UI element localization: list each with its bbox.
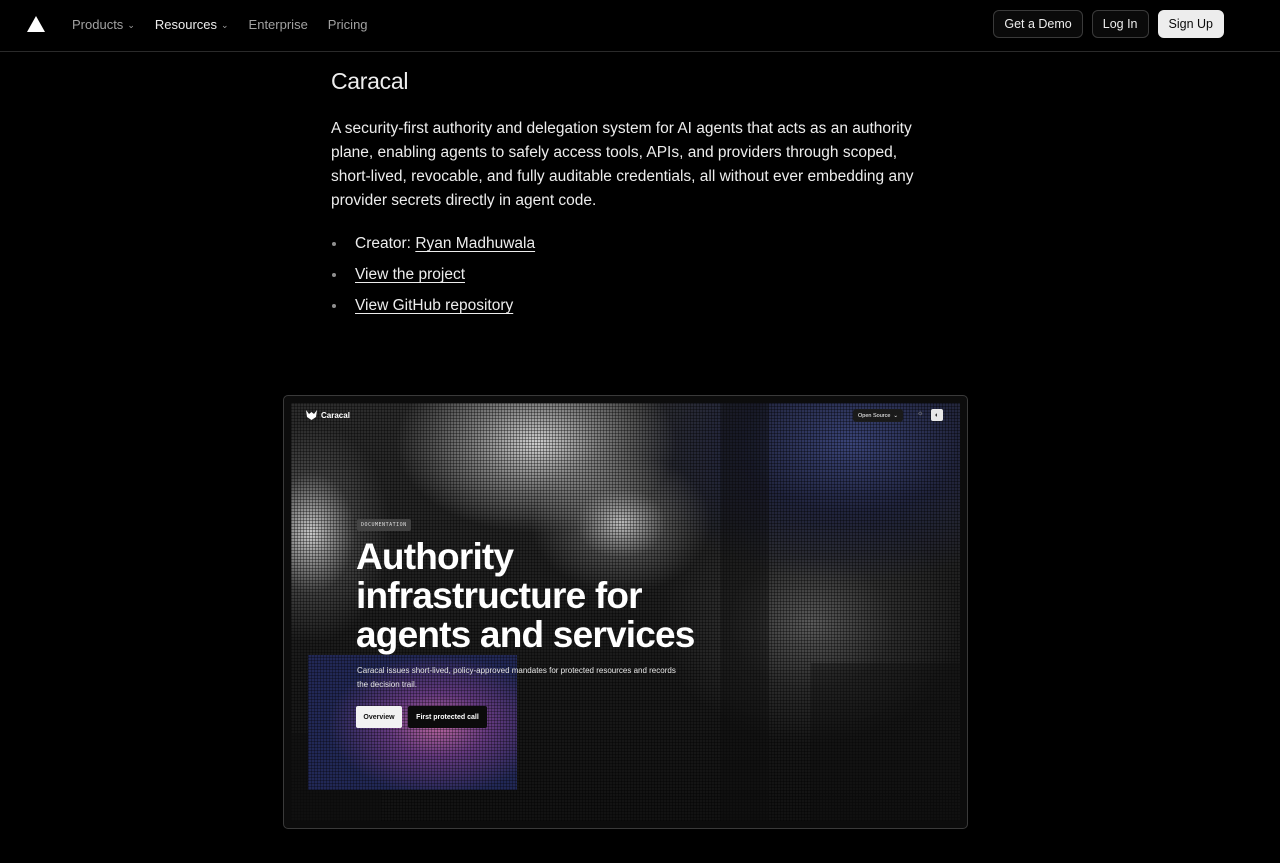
creator-link[interactable]: Ryan Madhuwala bbox=[415, 235, 535, 252]
theme-toggle-icon: ◐ bbox=[931, 409, 943, 421]
project-title: Caracal bbox=[331, 68, 409, 94]
top-nav: Products ⌄ Resources ⌄ Enterprise Pricin… bbox=[0, 0, 1280, 52]
github-repo-link[interactable]: View GitHub repository bbox=[355, 297, 513, 314]
preview-headline: Authority infrastructure for agents and … bbox=[356, 536, 695, 655]
preview-overview-button: Overview bbox=[356, 706, 402, 728]
nav-item-label: Products bbox=[72, 16, 124, 32]
creator-prefix: Creator: bbox=[355, 235, 416, 252]
nav-actions: Get a Demo Log In Sign Up bbox=[993, 10, 1224, 38]
nav-links: Products ⌄ Resources ⌄ Enterprise Pricin… bbox=[72, 0, 368, 48]
project-links-list: Creator: Ryan Madhuwala View the project… bbox=[331, 233, 931, 326]
sun-icon: ☼ bbox=[917, 410, 924, 417]
signup-button[interactable]: Sign Up bbox=[1157, 10, 1224, 38]
caracal-logo-icon bbox=[306, 410, 317, 420]
preview-first-call-button: First protected call bbox=[408, 706, 487, 728]
nav-item-label: Enterprise bbox=[248, 16, 308, 32]
get-demo-button[interactable]: Get a Demo bbox=[993, 10, 1083, 38]
logo-icon[interactable] bbox=[27, 16, 45, 32]
preview-open-source-dropdown: Open Source ⌄ bbox=[853, 409, 904, 422]
preview-brand: Caracal bbox=[306, 410, 350, 420]
list-item-creator: Creator: Ryan Madhuwala bbox=[331, 233, 931, 264]
preview-open-source-label: Open Source bbox=[858, 412, 891, 419]
tree-trunk-decoration bbox=[811, 663, 960, 821]
list-item-project: View the project bbox=[331, 264, 931, 295]
nav-item-label: Pricing bbox=[327, 16, 368, 32]
nav-item-products[interactable]: Products ⌄ bbox=[72, 17, 135, 32]
nav-item-resources[interactable]: Resources ⌄ bbox=[155, 17, 229, 32]
project-description: A security-first authority and delegatio… bbox=[331, 120, 914, 209]
project-screenshot-frame: Caracal Open Source ⌄ ☼ ◐ DOCUMENTATION … bbox=[283, 395, 968, 829]
preview-brand-name: Caracal bbox=[321, 410, 350, 420]
list-item-repo: View GitHub repository bbox=[331, 295, 931, 326]
nav-item-label: Resources bbox=[154, 16, 217, 32]
preview-doc-tag: DOCUMENTATION bbox=[357, 519, 411, 531]
view-project-link[interactable]: View the project bbox=[355, 266, 465, 283]
project-screenshot: Caracal Open Source ⌄ ☼ ◐ DOCUMENTATION … bbox=[291, 403, 960, 821]
nav-item-pricing[interactable]: Pricing bbox=[328, 17, 368, 32]
login-button[interactable]: Log In bbox=[1091, 10, 1149, 38]
nav-item-enterprise[interactable]: Enterprise bbox=[249, 17, 308, 32]
preview-subtitle: Caracal issues short-lived, policy-appro… bbox=[357, 666, 676, 689]
chevron-down-icon: ⌄ bbox=[221, 19, 229, 30]
chevron-down-icon: ⌄ bbox=[127, 19, 135, 30]
chevron-down-icon: ⌄ bbox=[893, 412, 899, 419]
project-article: Caracal A security-first authority and d… bbox=[331, 68, 931, 326]
